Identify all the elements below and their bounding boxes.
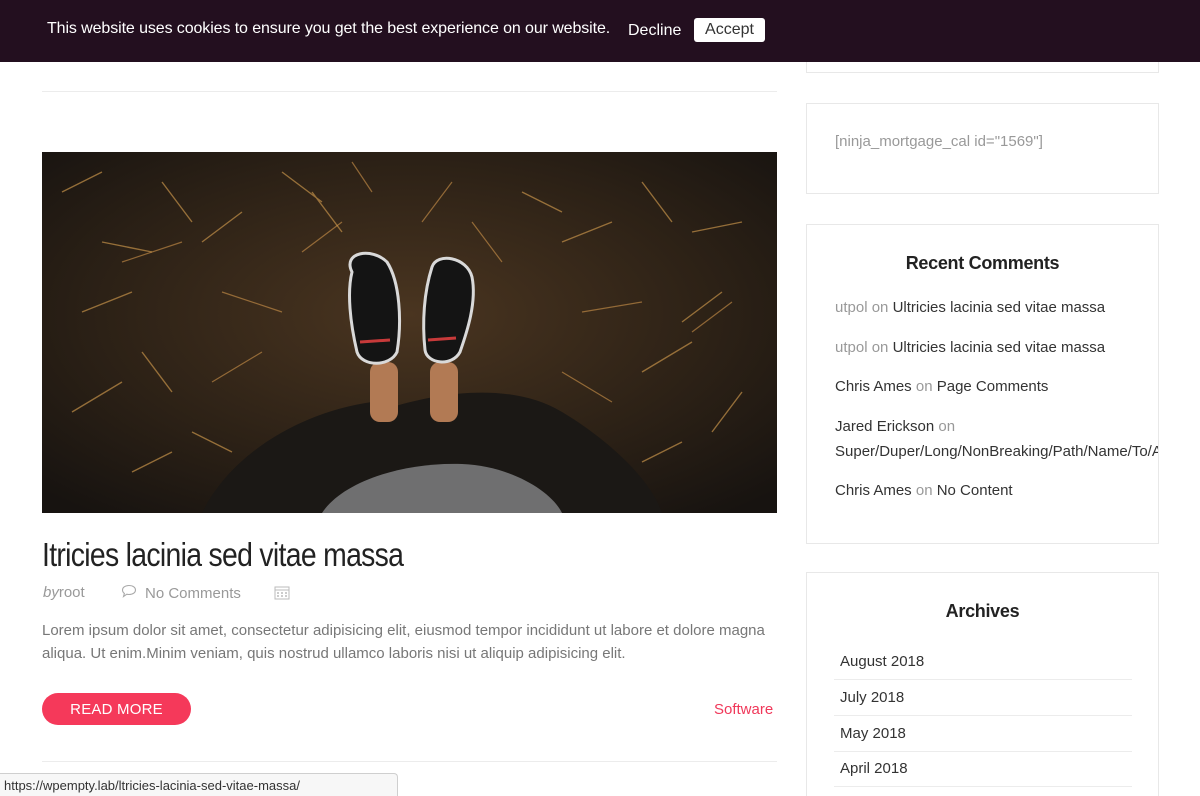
- comment-post-link[interactable]: Ultricies lacinia sed vitae massa: [893, 299, 1106, 316]
- comment-item: Chris Ames on Page Comments: [835, 374, 1048, 399]
- widget-title: Recent Comments: [905, 253, 1060, 273]
- comment-item: Chris Ames on No Content: [835, 478, 1013, 503]
- on-word: on: [871, 339, 889, 356]
- cookie-message: This website uses cookies to ensure you …: [47, 20, 611, 37]
- on-word: on: [915, 482, 933, 499]
- widget-title: Archives: [945, 601, 1020, 621]
- read-more-button[interactable]: READ MORE: [42, 693, 191, 725]
- post-comments-meta[interactable]: No Comments: [121, 584, 241, 602]
- link-status-bar: https://wpempty.lab/ltricies-lacinia-sed…: [0, 773, 398, 796]
- archive-link[interactable]: April 2018: [834, 751, 1132, 787]
- shortcode-text: [ninja_mortgage_cal id="1569"]: [835, 133, 1043, 150]
- decline-button[interactable]: Decline: [622, 18, 687, 44]
- comment-author: utpol: [835, 299, 868, 316]
- recent-comments-widget: Recent Comments utpol on Ultricies lacin…: [806, 224, 1159, 544]
- comment-post-link[interactable]: No Content: [937, 482, 1013, 499]
- post-author: byroot: [43, 584, 85, 601]
- post-divider: [42, 91, 777, 92]
- comment-author[interactable]: Chris Ames: [835, 482, 912, 499]
- author-link[interactable]: root: [59, 584, 85, 601]
- archive-link[interactable]: July 2018: [834, 680, 1132, 716]
- on-word: on: [871, 299, 889, 316]
- by-label: by: [43, 584, 59, 601]
- post-title[interactable]: Itricies lacinia sed vitae massa: [42, 536, 404, 574]
- category-link[interactable]: Software: [714, 701, 773, 718]
- post-excerpt: Lorem ipsum dolor sit amet, consectetur …: [42, 622, 765, 662]
- post-featured-image[interactable]: [42, 152, 777, 513]
- comment-item: utpol on Ultricies lacinia sed vitae mas…: [835, 335, 1105, 360]
- archive-link[interactable]: May 2018: [834, 716, 1132, 752]
- accept-button[interactable]: Accept: [694, 18, 765, 42]
- post-divider-bottom: [42, 761, 777, 762]
- cookie-consent-bar: This website uses cookies to ensure you …: [0, 0, 1200, 62]
- on-word: on: [938, 418, 956, 435]
- speech-bubble-icon: [121, 584, 137, 602]
- comment-post-link[interactable]: Page Comments: [937, 378, 1049, 395]
- comment-item: utpol on Ultricies lacinia sed vitae mas…: [835, 295, 1105, 320]
- comments-count[interactable]: No Comments: [145, 585, 241, 602]
- comment-author: utpol: [835, 339, 868, 356]
- comment-post-link[interactable]: Ultricies lacinia sed vitae massa: [893, 339, 1106, 356]
- on-word: on: [915, 378, 933, 395]
- mortgage-shortcode-widget: [ninja_mortgage_cal id="1569"]: [806, 103, 1159, 194]
- comment-item: Jared Erickson on Super/Duper/Long/NonBr…: [835, 414, 1158, 464]
- archive-link[interactable]: August 2018: [834, 644, 1132, 680]
- comment-author[interactable]: Jared Erickson: [835, 418, 934, 435]
- comment-author[interactable]: Chris Ames: [835, 378, 912, 395]
- archives-widget: Archives August 2018 July 2018 May 2018 …: [806, 572, 1159, 796]
- comment-post-link[interactable]: Super/Duper/Long/NonBreaking/Path/Name/T…: [835, 443, 1158, 460]
- calendar-icon: [274, 585, 290, 604]
